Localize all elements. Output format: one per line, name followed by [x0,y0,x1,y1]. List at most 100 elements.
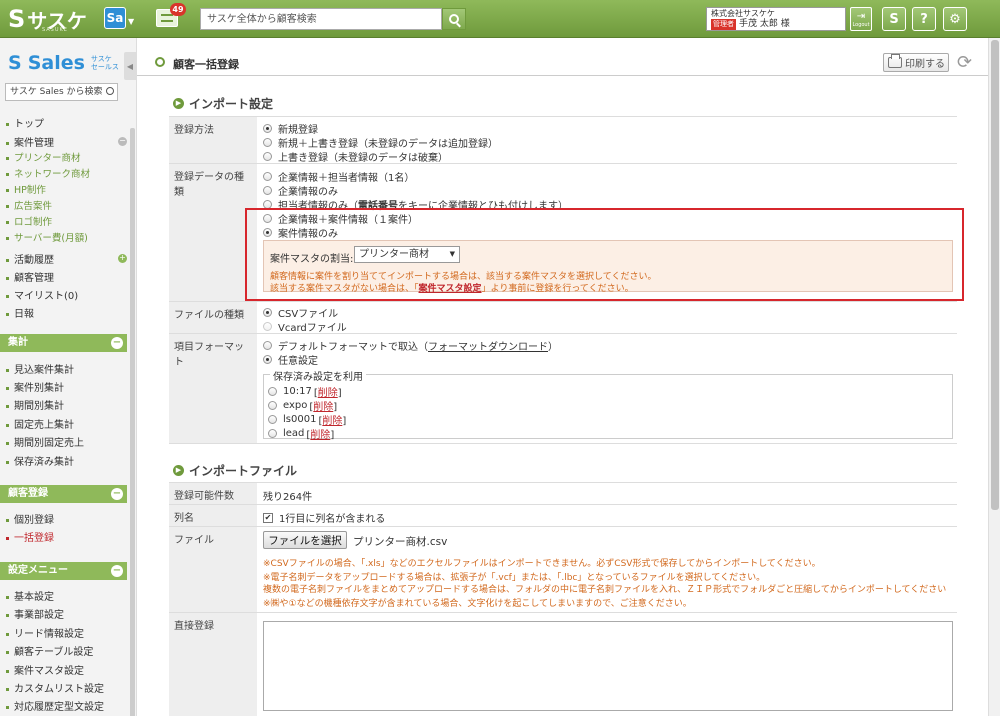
app-switch-button[interactable]: Sa [104,7,126,29]
search-button[interactable] [442,8,466,30]
radio-saved-setting[interactable]: 10:17 [削除] [268,384,342,399]
sidebar-item-agg[interactable]: 固定売上集計 [6,416,74,431]
scroll-thumb[interactable] [991,40,999,510]
refresh-icon[interactable]: ⟳ [957,52,972,73]
label-column: 列名 [169,505,257,526]
sidebar-item-deals[interactable]: 案件管理 [6,134,54,149]
radio-method-new-overwrite[interactable]: 新規＋上書き登録（未登録のデータは追加登録） [263,135,498,150]
user-info: 株式会社サスケケ 管理者 手茂 太郎 様 [706,7,846,31]
radio-type-company-contact[interactable]: 企業情報＋担当者情報（1名） [263,169,414,184]
sidebar-section-settings[interactable]: 設定メニュー − [0,562,127,580]
sidebar-item-setting[interactable]: 事業部設定 [6,606,64,621]
sidebar-item-bulk-register[interactable]: 一括登録 [6,529,54,544]
section-title-import-file: ▶ インポートファイル [173,462,297,479]
title-bullet-icon [155,57,165,67]
radio-method-new[interactable]: 新規登録 [263,121,318,136]
collapse-icon[interactable]: − [111,337,123,349]
radio-method-overwrite[interactable]: 上書き登録（未登録のデータは破棄） [263,149,448,164]
radio-type-company[interactable]: 企業情報のみ [263,183,338,198]
logo-subtext: SASUKE [42,27,68,33]
collapse-icon[interactable]: − [111,488,123,500]
file-note-1: ※CSVファイルの場合、「.xls」などのエクセルファイルはインポートできません… [263,559,821,569]
sidebar-item-setting[interactable]: リード情報設定 [6,625,84,640]
company-name: 株式会社サスケケ [711,9,775,18]
collapse-icon[interactable]: − [111,565,123,577]
sidebar-item-ads[interactable]: 広告案件 [6,198,52,212]
collapse-icon[interactable]: − [118,137,127,146]
label-count: 登録可能件数 [169,483,257,504]
sidebar-item-hp[interactable]: HP制作 [6,182,46,196]
search-icon[interactable] [106,87,114,95]
sidebar-item-setting[interactable]: 顧客テーブル設定 [6,643,93,658]
sidebar-item-network[interactable]: ネットワーク商材 [6,166,90,180]
sidebar-item-activity[interactable]: 活動履歴 [6,251,54,266]
label-direct: 直接登録 [169,613,257,716]
row-count: 登録可能件数 残り264件 [169,482,957,504]
label-file: ファイル [169,527,257,612]
sidebar: SSalesサスケセールス ◀ トップ 案件管理 − プリンター商材 ネットワー… [0,38,137,716]
radio-saved-setting[interactable]: expo [削除] [268,398,337,413]
sidebar-item-agg[interactable]: 保存済み集計 [6,453,74,468]
top-bar: Sサスケ SASUKE Sa ▼ 49 株式会社サスケケ 管理者 手茂 太郎 様… [0,0,1000,38]
sidebar-item-setting[interactable]: カスタムリスト設定 [6,680,104,695]
sidebar-section-aggregate[interactable]: 集計 − [0,334,127,352]
row-format: 項目フォーマット デフォルトフォーマットで取込（フォーマットダウンロード） 任意… [169,333,957,444]
section-title-import-settings: ▶ インポート設定 [173,95,273,112]
sidebar-item-top[interactable]: トップ [6,115,44,130]
header-row-checkbox[interactable]: ✔ 1行目に列名が含まれる [263,510,385,525]
page-scrollbar[interactable] [988,38,1000,716]
file-select-button[interactable]: ファイルを選択 [263,531,347,549]
sidebar-item-logo[interactable]: ロゴ制作 [6,214,52,228]
message-count-badge: 49 [170,3,186,16]
sidebar-scrollbar[interactable] [130,128,135,716]
settings-gear-icon[interactable]: ⚙ [943,7,967,31]
delete-link[interactable]: 削除 [310,430,330,441]
sidebar-item-mylist[interactable]: マイリスト(0) [6,287,78,302]
logout-icon: ⇥ [856,10,866,22]
sidebar-item-setting[interactable]: 案件マスタ設定 [6,662,84,677]
help-button[interactable]: ? [912,7,936,31]
customer-search-input[interactable] [200,8,442,30]
direct-entry-textarea[interactable] [263,621,953,711]
logout-button[interactable]: ⇥ Logout [850,7,872,31]
saved-settings-legend: 保存済み設定を利用 [270,368,366,383]
sasuke-home-icon[interactable]: S [882,7,906,31]
sidebar-item-agg[interactable]: 案件別集計 [6,379,64,394]
format-download-link[interactable]: フォーマットダウンロード [428,342,548,353]
radio-file-csv[interactable]: CSVファイル [263,305,338,320]
sidebar-item-individual-register[interactable]: 個別登録 [6,511,54,526]
sidebar-item-setting[interactable]: 対応履歴定型文設定 [6,698,104,713]
highlight-box [245,208,964,301]
print-button[interactable]: 印刷する [883,53,949,72]
label-method: 登録方法 [169,117,257,163]
sidebar-item-daily-report[interactable]: 日報 [6,305,34,320]
expand-icon[interactable]: + [118,254,127,263]
radio-format-default[interactable]: デフォルトフォーマットで取込（フォーマットダウンロード） [263,338,558,353]
sidebar-item-server[interactable]: サーバー費(月額) [6,230,88,244]
file-note-3: 複数の電子名刺ファイルをまとめてアップロードする場合は、フォルダの中に電子名刺フ… [263,585,947,595]
sidebar-search-input[interactable] [5,83,118,101]
label-data-type: 登録データの種類 [169,164,257,301]
page-header: 顧客一括登録 印刷する ⟳ [137,50,988,76]
sidebar-item-agg[interactable]: 見込案件集計 [6,361,74,376]
row-method: 登録方法 新規登録 新規＋上書き登録（未登録のデータは追加登録） 上書き登録（未… [169,116,957,164]
printer-icon [888,54,902,68]
sales-logo[interactable]: S Sales サスケ セールス [8,52,119,74]
sidebar-collapse-icon[interactable]: ◀ [124,52,136,80]
sidebar-item-printer[interactable]: プリンター商材 [6,150,81,164]
sidebar-section-register[interactable]: 顧客登録 − [0,485,127,503]
radio-format-custom[interactable]: 任意設定 [263,352,318,367]
row-column-name: 列名 ✔ 1行目に列名が含まれる [169,504,957,526]
sidebar-item-setting[interactable]: 基本設定 [6,588,54,603]
radio-file-vcard[interactable]: Vcardファイル [263,319,347,334]
chevron-down-icon[interactable]: ▼ [128,17,134,26]
radio-saved-setting[interactable]: ls0001 [削除] [268,412,346,427]
row-file-type: ファイルの種類 CSVファイル Vcardファイル [169,301,957,334]
row-file: ファイル ファイルを選択 プリンター商材.csv ※CSVファイルの場合、「.x… [169,526,957,612]
saved-settings-fieldset: 保存済み設定を利用 10:17 [削除] expo [削除] ls0001 [削除] … [263,368,953,441]
sidebar-item-customers[interactable]: 顧客管理 [6,269,54,284]
sidebar-item-agg[interactable]: 期間別固定売上 [6,434,84,449]
sidebar-item-agg[interactable]: 期間別集計 [6,397,64,412]
check-icon: ✔ [263,512,273,523]
radio-saved-setting[interactable]: lead [削除] [268,426,334,441]
